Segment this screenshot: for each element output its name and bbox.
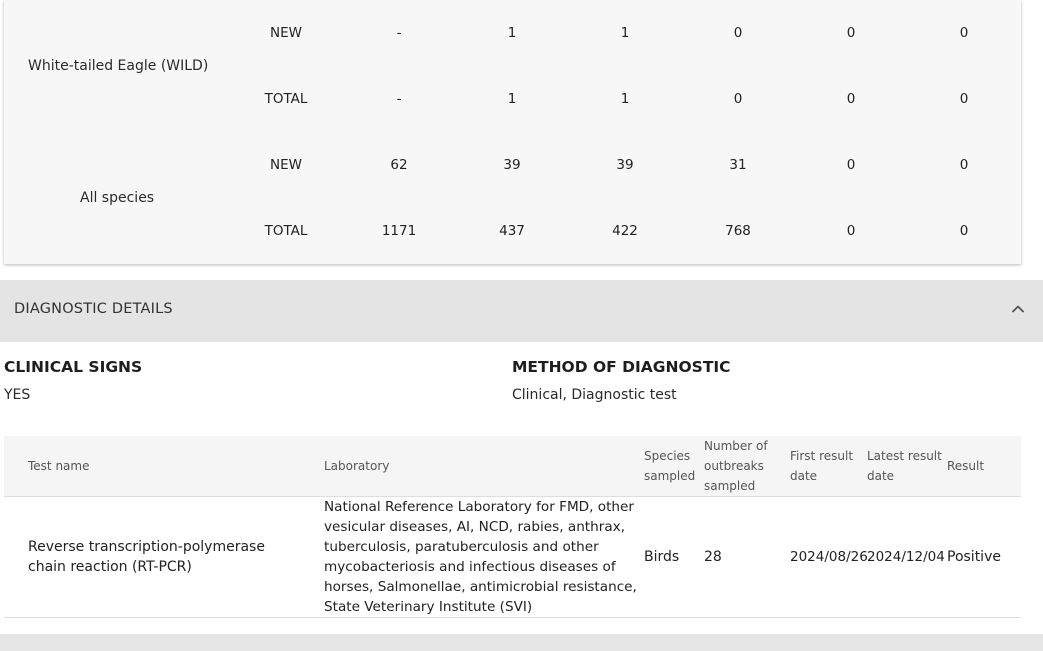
species-row-new: NEW 62 39 39 31 0 0	[4, 153, 1021, 177]
section-title: DIAGNOSTIC DETAILS	[14, 301, 173, 317]
laboratory-cell: National Reference Laboratory for FMD, o…	[324, 499, 637, 615]
header-laboratory: Laboratory	[324, 459, 390, 473]
row-label: TOTAL	[264, 223, 308, 239]
value-cell: 39	[616, 157, 634, 173]
test-name-cell: Reverse transcription-polymerase chain r…	[28, 539, 265, 575]
row-label: TOTAL	[264, 91, 308, 107]
value-cell: 0	[846, 223, 856, 239]
test-table-header: Test name Laboratory Species sampled Num…	[4, 436, 1021, 497]
value-cell: 437	[499, 223, 525, 239]
value-cell: 0	[846, 25, 856, 41]
row-label: NEW	[270, 25, 302, 41]
value-cell: -	[396, 25, 402, 41]
species-summary-table: White-tailed Eagle (WILD) NEW - 1 1 0 0 …	[4, 0, 1021, 264]
value-cell: 0	[733, 25, 743, 41]
value-cell: 1	[620, 25, 630, 41]
header-first-result-date: First result date	[790, 449, 854, 483]
value-cell: 31	[729, 157, 747, 173]
species-name: All species	[80, 190, 155, 206]
value-cell: -	[396, 91, 402, 107]
header-outbreaks-sampled: Number of outbreaks sampled	[704, 439, 768, 493]
value-cell: 62	[390, 157, 408, 173]
method-value: Clinical, Diagnostic test	[512, 387, 677, 403]
header-test-name: Test name	[28, 459, 90, 473]
result-cell: Positive	[947, 549, 1001, 565]
row-label: NEW	[270, 157, 302, 173]
diagnostic-details-header[interactable]: DIAGNOSTIC DETAILS	[0, 280, 1043, 342]
value-cell: 768	[725, 223, 751, 239]
value-cell: 0	[959, 223, 969, 239]
species-row-new: NEW - 1 1 0 0 0	[4, 21, 1021, 45]
first-result-date-cell: 2024/08/26	[790, 549, 868, 565]
value-cell: 0	[959, 91, 969, 107]
species-name: White-tailed Eagle (WILD)	[28, 58, 209, 74]
species-row-total: TOTAL - 1 1 0 0 0	[4, 87, 1021, 111]
value-cell: 1	[507, 91, 517, 107]
value-cell: 39	[503, 157, 521, 173]
value-cell: 1	[620, 91, 630, 107]
method-heading: METHOD OF DIAGNOSTIC	[512, 358, 731, 376]
chevron-up-icon[interactable]	[1011, 302, 1025, 316]
value-cell: 0	[846, 91, 856, 107]
value-cell: 0	[959, 157, 969, 173]
outbreaks-sampled-cell: 28	[704, 549, 722, 565]
latest-result-date-cell: 2024/12/04	[867, 549, 945, 565]
value-cell: 1	[507, 25, 517, 41]
table-row: Reverse transcription-polymerase chain r…	[4, 497, 1021, 618]
clinical-signs-value: YES	[4, 387, 31, 403]
species-row-total: TOTAL 1171 437 422 768 0 0	[4, 219, 1021, 243]
header-species-sampled: Species sampled	[644, 449, 696, 483]
header-latest-result-date: Latest result date	[867, 449, 942, 483]
value-cell: 0	[959, 25, 969, 41]
clinical-signs-heading: CLINICAL SIGNS	[4, 358, 143, 376]
next-section-header[interactable]	[0, 634, 1043, 651]
header-result: Result	[947, 459, 985, 473]
species-sampled-cell: Birds	[644, 549, 680, 565]
value-cell: 0	[846, 157, 856, 173]
value-cell: 0	[733, 91, 743, 107]
value-cell: 1171	[381, 223, 417, 239]
value-cell: 422	[612, 223, 638, 239]
